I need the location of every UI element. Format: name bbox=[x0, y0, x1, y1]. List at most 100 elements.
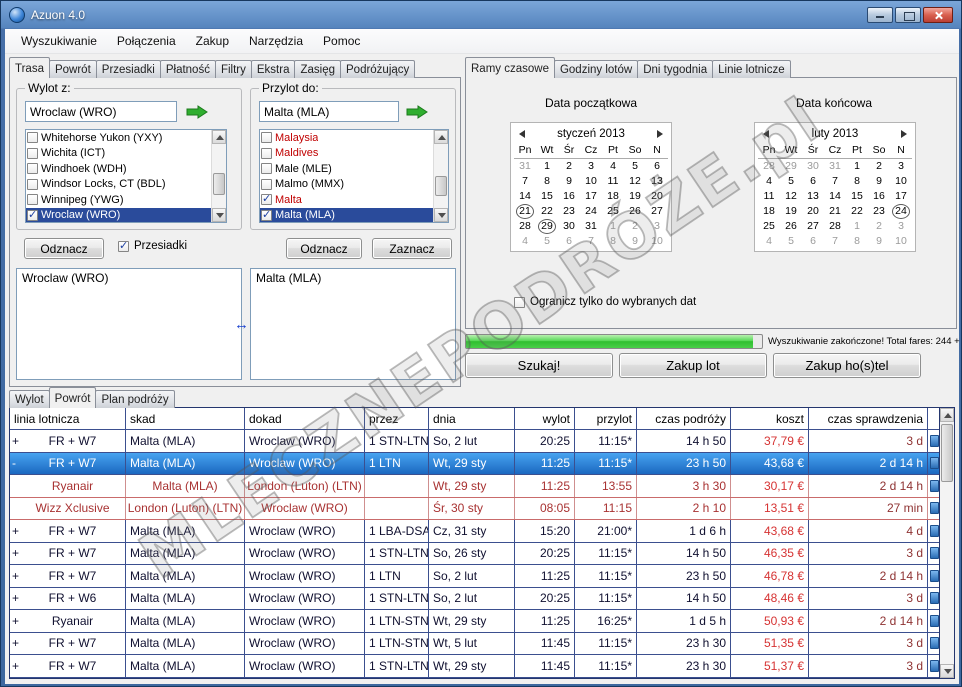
calendar-day[interactable]: 20 bbox=[802, 204, 824, 219]
row-action-cell[interactable] bbox=[928, 498, 939, 520]
calendar-day[interactable]: 12 bbox=[780, 189, 802, 204]
table-row[interactable]: +RyanairMalta (MLA)Wroclaw (WRO)1 LTN-ST… bbox=[10, 610, 939, 633]
calendar-day[interactable]: 13 bbox=[802, 189, 824, 204]
calendar-day[interactable]: 13 bbox=[646, 174, 668, 189]
tab-zasięg[interactable]: Zasięg bbox=[294, 60, 341, 78]
calendar-day[interactable]: 8 bbox=[536, 174, 558, 189]
calendar-day[interactable]: 16 bbox=[558, 189, 580, 204]
calendar-day[interactable]: 5 bbox=[780, 234, 802, 249]
row-action-icon[interactable] bbox=[930, 502, 939, 514]
calendar-next-icon[interactable] bbox=[652, 127, 668, 141]
calendar-day[interactable]: 10 bbox=[890, 174, 912, 189]
scroll-thumb[interactable] bbox=[941, 424, 953, 482]
calendar-day[interactable]: 3 bbox=[890, 159, 912, 174]
results-scrollbar[interactable] bbox=[939, 408, 954, 678]
minimize-icon[interactable] bbox=[867, 7, 893, 23]
departure-selected-list[interactable]: Wroclaw (WRO) bbox=[16, 268, 242, 380]
calendar-day[interactable]: 27 bbox=[802, 219, 824, 234]
selected-airport[interactable]: Wroclaw (WRO) bbox=[17, 269, 241, 287]
calendar-day[interactable]: 18 bbox=[758, 204, 780, 219]
scroll-up-icon[interactable] bbox=[940, 408, 954, 422]
calendar-day[interactable]: 18 bbox=[602, 189, 624, 204]
calendar-day[interactable]: 19 bbox=[780, 204, 802, 219]
column-header[interactable]: wylot bbox=[515, 408, 575, 429]
calendar-day[interactable]: 7 bbox=[824, 174, 846, 189]
column-header[interactable]: czas sprawdzenia bbox=[809, 408, 928, 429]
menu-item-narzędzia[interactable]: Narzędzia bbox=[239, 30, 313, 52]
airport-option[interactable]: Windhoek (WDH) bbox=[26, 161, 211, 177]
expand-icon[interactable]: + bbox=[12, 569, 22, 583]
arrival-deselect-button[interactable]: Odznacz bbox=[286, 238, 362, 259]
calendar-day[interactable]: 2 bbox=[868, 219, 890, 234]
airport-option[interactable]: Malaysia bbox=[260, 130, 433, 146]
calendar-day-selected[interactable]: 21 bbox=[514, 204, 536, 219]
calendar-day[interactable]: 17 bbox=[890, 189, 912, 204]
airport-option[interactable]: Windsor Locks, CT (BDL) bbox=[26, 177, 211, 193]
menu-item-zakup[interactable]: Zakup bbox=[186, 30, 239, 52]
table-row[interactable]: +FR + W7Malta (MLA)Wroclaw (WRO)1 STN-LT… bbox=[10, 543, 939, 566]
calendar-day-selected[interactable]: 29 bbox=[536, 219, 558, 234]
calendar-day[interactable]: 2 bbox=[624, 219, 646, 234]
calendar-day[interactable]: 20 bbox=[646, 189, 668, 204]
calendar-day[interactable]: 22 bbox=[536, 204, 558, 219]
checkbox-icon[interactable] bbox=[261, 148, 272, 159]
calendar-day[interactable]: 10 bbox=[646, 234, 668, 249]
titlebar[interactable]: Azuon 4.0 bbox=[1, 1, 961, 29]
scroll-up-icon[interactable] bbox=[212, 130, 226, 144]
close-icon[interactable] bbox=[923, 7, 953, 23]
calendar-day[interactable]: 19 bbox=[624, 189, 646, 204]
expand-icon[interactable]: - bbox=[12, 456, 22, 470]
calendar-day[interactable]: 26 bbox=[780, 219, 802, 234]
scroll-down-icon[interactable] bbox=[212, 208, 226, 222]
checkbox-icon[interactable] bbox=[27, 148, 38, 159]
calendar-day-selected[interactable]: 24 bbox=[890, 204, 912, 219]
menu-item-wyszukiwanie[interactable]: Wyszukiwanie bbox=[11, 30, 107, 52]
calendar-day[interactable]: 8 bbox=[846, 174, 868, 189]
column-header[interactable]: dokad bbox=[245, 408, 365, 429]
calendar-day[interactable]: 7 bbox=[514, 174, 536, 189]
arrival-input[interactable] bbox=[259, 101, 399, 122]
table-row[interactable]: +FR + W7Malta (MLA)Wroclaw (WRO)1 STN-LT… bbox=[10, 655, 939, 678]
calendar-day[interactable]: 9 bbox=[624, 234, 646, 249]
expand-icon[interactable]: + bbox=[12, 614, 22, 628]
calendar-day[interactable]: 23 bbox=[558, 204, 580, 219]
limit-dates-row[interactable]: Ogranicz tylko do wybranych dat bbox=[514, 296, 696, 308]
checkbox-icon[interactable] bbox=[27, 194, 38, 205]
calendar-day[interactable]: 6 bbox=[802, 234, 824, 249]
departure-input[interactable] bbox=[25, 101, 177, 122]
menu-item-połączenia[interactable]: Połączenia bbox=[107, 30, 186, 52]
scroll-track[interactable] bbox=[434, 144, 448, 208]
column-header[interactable]: czas podróży bbox=[637, 408, 731, 429]
scroll-track[interactable] bbox=[212, 144, 226, 208]
expand-icon[interactable]: + bbox=[12, 524, 22, 538]
row-action-icon[interactable] bbox=[930, 480, 939, 492]
scroll-thumb[interactable] bbox=[435, 176, 447, 196]
calendar-day[interactable]: 23 bbox=[868, 204, 890, 219]
calendar-day[interactable]: 1 bbox=[536, 159, 558, 174]
scroll-down-icon[interactable] bbox=[940, 664, 954, 678]
column-header[interactable]: dnia bbox=[429, 408, 515, 429]
stopovers-checkbox-row[interactable]: Przesiadki bbox=[118, 240, 187, 252]
calendar-day[interactable]: 21 bbox=[824, 204, 846, 219]
expand-icon[interactable]: + bbox=[12, 659, 22, 673]
table-row[interactable]: +FR + W7Malta (MLA)Wroclaw (WRO)1 LTNSo,… bbox=[10, 565, 939, 588]
calendar-day[interactable]: 8 bbox=[602, 234, 624, 249]
checkbox-icon[interactable] bbox=[27, 163, 38, 174]
calendar-day[interactable]: 3 bbox=[646, 219, 668, 234]
calendar-day[interactable]: 30 bbox=[802, 159, 824, 174]
row-action-icon[interactable] bbox=[930, 570, 939, 582]
column-header[interactable]: przez bbox=[365, 408, 429, 429]
airport-option[interactable]: Malta (MLA) bbox=[260, 208, 433, 223]
scroll-thumb[interactable] bbox=[213, 173, 225, 195]
row-action-icon[interactable] bbox=[930, 547, 939, 559]
scroll-track[interactable] bbox=[940, 422, 954, 664]
calendar-day[interactable]: 1 bbox=[846, 219, 868, 234]
airport-option[interactable]: Winnipeg (YWG) bbox=[26, 192, 211, 208]
airport-option[interactable]: Wichita (ICT) bbox=[26, 146, 211, 162]
tab-godziny-lotów[interactable]: Godziny lotów bbox=[554, 60, 638, 78]
tab-powrót[interactable]: Powrót bbox=[49, 60, 97, 78]
calendar-prev-icon[interactable] bbox=[758, 127, 774, 141]
tab-dni-tygodnia[interactable]: Dni tygodnia bbox=[637, 60, 713, 78]
calendar-day[interactable]: 31 bbox=[580, 219, 602, 234]
results-tab-plan-podróży[interactable]: Plan podróży bbox=[95, 390, 174, 408]
